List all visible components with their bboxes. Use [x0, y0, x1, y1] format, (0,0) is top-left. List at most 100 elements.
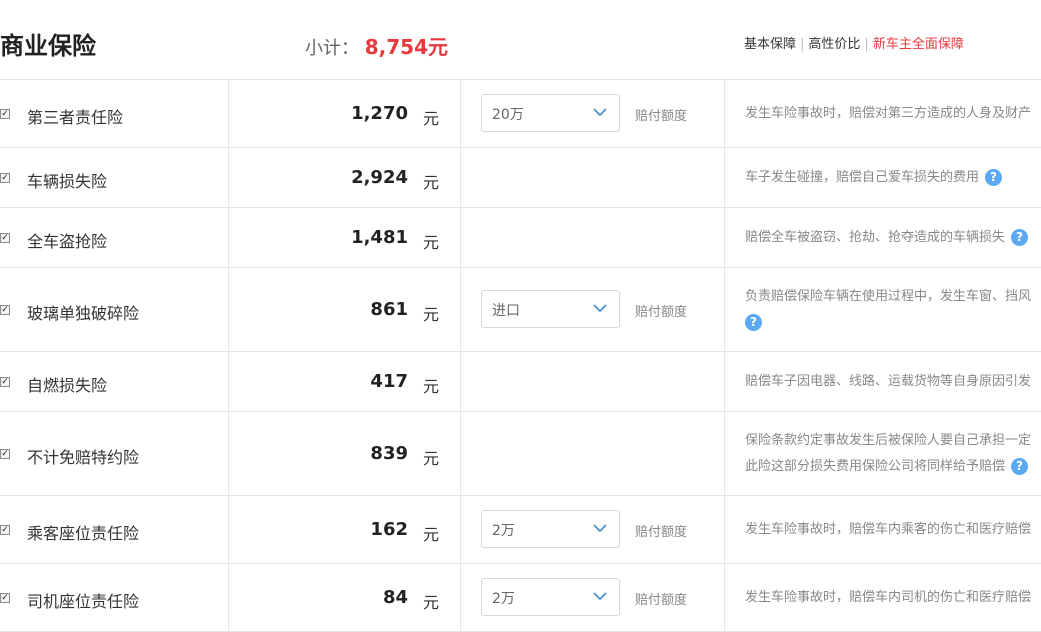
table-row: ✓ 第三者责任险 1,270 元 20万 赔付额度 发生车险事故时，赔偿对第三方…	[0, 80, 1041, 148]
column-divider	[724, 268, 725, 351]
row-checkbox[interactable]: ✓	[0, 233, 10, 243]
row-checkbox[interactable]: ✓	[0, 173, 10, 183]
row-price: 84	[382, 587, 408, 608]
select-value: 2万	[492, 523, 515, 539]
row-description: 发生车险事故时，赔偿对第三方造成的人身及财产	[745, 101, 1041, 127]
column-divider	[228, 412, 229, 495]
column-divider	[228, 268, 229, 351]
preset-basic[interactable]: 基本保障	[744, 37, 796, 52]
description-text: 车子发生碰撞，赔偿自己爱车损失的费用	[745, 170, 980, 185]
chevron-down-icon	[593, 108, 607, 117]
column-divider	[228, 496, 229, 563]
row-price: 839	[370, 443, 408, 464]
row-name: 自燃损失险	[27, 376, 108, 395]
description-line: 保险条款约定事故发生后被保险人要自己承担一定	[745, 433, 1032, 448]
help-icon[interactable]: ?	[1011, 458, 1029, 475]
insurance-table: ✓ 第三者责任险 1,270 元 20万 赔付额度 发生车险事故时，赔偿对第三方…	[0, 79, 1041, 632]
column-divider	[460, 80, 461, 147]
help-icon[interactable]: ?	[1011, 229, 1029, 246]
description-line: 此险这部分损失费用保险公司将同样给予赔偿	[745, 459, 1006, 474]
description-text: 赔偿全车被盗窃、抢劫、抢夺造成的车辆损失	[745, 230, 1006, 245]
row-description: 车子发生碰撞，赔偿自己爱车损失的费用?	[745, 165, 1041, 191]
preset-full[interactable]: 新车主全面保障	[873, 37, 964, 52]
column-divider	[724, 496, 725, 563]
description-text: 负责赔偿保险车辆在使用过程中，发生车窗、挡风	[745, 289, 1032, 304]
row-unit: 元	[423, 525, 440, 544]
table-row: ✓ 全车盗抢险 1,481 元 赔偿全车被盗窃、抢劫、抢夺造成的车辆损失?	[0, 208, 1041, 268]
row-name: 不计免赔特约险	[27, 448, 140, 467]
row-checkbox[interactable]: ✓	[0, 593, 10, 603]
row-description: 负责赔偿保险车辆在使用过程中，发生车窗、挡风 ?	[745, 284, 1041, 336]
quota-label: 赔付额度	[635, 593, 688, 608]
coverage-select[interactable]: 2万	[481, 510, 620, 548]
column-divider	[228, 208, 229, 267]
quota-label: 赔付额度	[635, 525, 688, 540]
quota-label: 赔付额度	[635, 109, 688, 124]
row-name: 第三者责任险	[27, 108, 124, 127]
row-unit: 元	[423, 109, 440, 128]
column-divider	[724, 80, 725, 147]
column-divider	[724, 412, 725, 495]
table-row: ✓ 车辆损失险 2,924 元 车子发生碰撞，赔偿自己爱车损失的费用?	[0, 148, 1041, 208]
row-checkbox[interactable]: ✓	[0, 109, 10, 119]
chevron-down-icon	[593, 592, 607, 601]
column-divider	[460, 148, 461, 207]
column-divider	[724, 208, 725, 267]
select-value: 2万	[492, 591, 515, 607]
column-divider	[228, 352, 229, 411]
description-text: 发生车险事故时，赔偿车内乘客的伤亡和医疗赔偿	[745, 522, 1032, 537]
select-value: 20万	[492, 107, 524, 123]
section-header: 商业保险 小计： 8,754元 基本保障 | 高性价比 | 新车主全面保障	[0, 0, 1041, 80]
row-price: 1,481	[351, 227, 408, 248]
row-name: 全车盗抢险	[27, 232, 108, 251]
subtotal-value: 8,754元	[364, 35, 448, 59]
column-divider	[460, 412, 461, 495]
subtotal: 小计： 8,754元	[305, 34, 448, 62]
row-name: 玻璃单独破碎险	[27, 304, 140, 323]
row-unit: 元	[423, 449, 440, 468]
row-checkbox[interactable]: ✓	[0, 377, 10, 387]
row-description: 赔偿车子因电器、线路、运载货物等自身原因引发	[745, 369, 1041, 395]
row-unit: 元	[423, 593, 440, 612]
table-row: ✓ 乘客座位责任险 162 元 2万 赔付额度 发生车险事故时，赔偿车内乘客的伤…	[0, 496, 1041, 564]
preset-value[interactable]: 高性价比	[808, 37, 860, 52]
quota-label: 赔付额度	[635, 305, 688, 320]
row-checkbox[interactable]: ✓	[0, 305, 10, 315]
row-price: 162	[370, 519, 408, 540]
row-name: 车辆损失险	[27, 172, 108, 191]
preset-links: 基本保障 | 高性价比 | 新车主全面保障	[744, 36, 964, 54]
row-unit: 元	[423, 377, 440, 396]
row-name: 司机座位责任险	[27, 592, 140, 611]
subtotal-label: 小计：	[305, 38, 359, 59]
description-text: 赔偿车子因电器、线路、运载货物等自身原因引发	[745, 374, 1032, 389]
help-icon[interactable]: ?	[745, 314, 762, 331]
column-divider	[460, 268, 461, 351]
coverage-select[interactable]: 2万	[481, 578, 620, 616]
row-price: 417	[370, 371, 408, 392]
table-row: ✓ 不计免赔特约险 839 元 保险条款约定事故发生后被保险人要自己承担一定 此…	[0, 412, 1041, 496]
column-divider	[724, 564, 725, 631]
column-divider	[724, 148, 725, 207]
row-price: 1,270	[351, 103, 408, 124]
column-divider	[228, 148, 229, 207]
row-checkbox[interactable]: ✓	[0, 525, 10, 535]
chevron-down-icon	[593, 524, 607, 533]
column-divider	[460, 352, 461, 411]
column-divider	[228, 80, 229, 147]
table-row: ✓ 自燃损失险 417 元 赔偿车子因电器、线路、运载货物等自身原因引发	[0, 352, 1041, 412]
column-divider	[460, 208, 461, 267]
row-description: 发生车险事故时，赔偿车内乘客的伤亡和医疗赔偿	[745, 517, 1041, 543]
row-description: 赔偿全车被盗窃、抢劫、抢夺造成的车辆损失?	[745, 225, 1041, 251]
chevron-down-icon	[593, 304, 607, 313]
description-text: 发生车险事故时，赔偿车内司机的伤亡和医疗赔偿	[745, 590, 1032, 605]
table-row: ✓ 司机座位责任险 84 元 2万 赔付额度 发生车险事故时，赔偿车内司机的伤亡…	[0, 564, 1041, 632]
coverage-select[interactable]: 进口	[481, 290, 620, 328]
row-description: 保险条款约定事故发生后被保险人要自己承担一定 此险这部分损失费用保险公司将同样给…	[745, 428, 1041, 480]
help-icon[interactable]: ?	[985, 169, 1003, 186]
section-title: 商业保险	[0, 32, 96, 60]
row-unit: 元	[423, 305, 440, 324]
row-unit: 元	[423, 233, 440, 252]
row-checkbox[interactable]: ✓	[0, 449, 10, 459]
table-row: ✓ 玻璃单独破碎险 861 元 进口 赔付额度 负责赔偿保险车辆在使用过程中，发…	[0, 268, 1041, 352]
coverage-select[interactable]: 20万	[481, 94, 620, 132]
